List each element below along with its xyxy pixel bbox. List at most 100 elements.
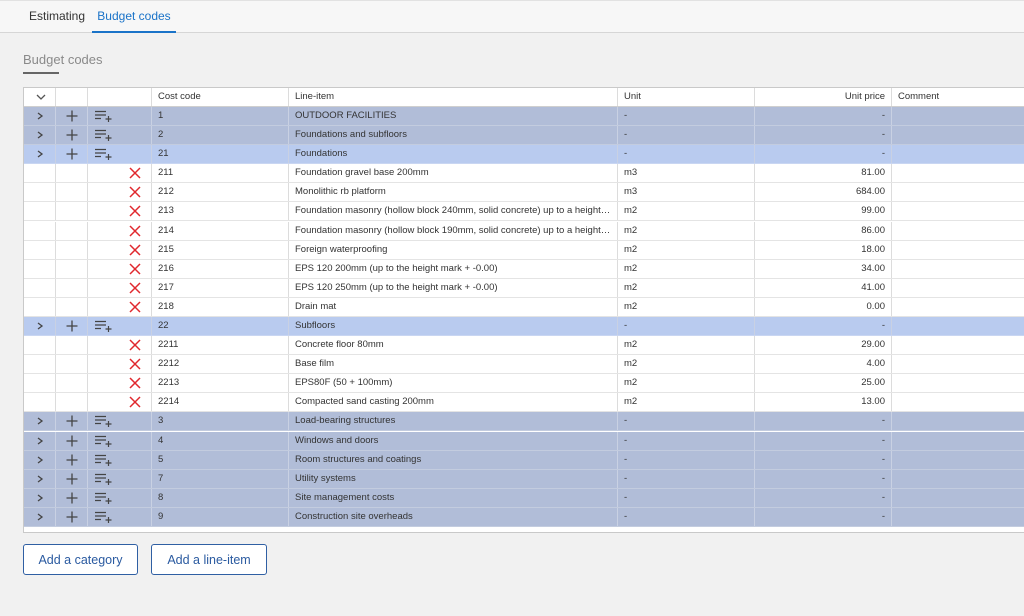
comment-cell[interactable] [892,107,1024,125]
unit-cell[interactable]: m3 [618,183,755,202]
close-icon[interactable] [129,167,141,179]
row-action-cell[interactable] [88,278,152,297]
unit-cell[interactable]: - [618,450,755,469]
row-action-cell[interactable] [88,164,152,183]
close-icon[interactable] [129,205,141,217]
plus-icon[interactable] [66,415,78,427]
unit-price-cell[interactable]: - [755,431,892,450]
line-item-row[interactable]: 215 Foreign waterproofing m2 18.00 [24,240,1024,260]
add-subcategory-cell[interactable] [56,145,88,164]
row-action-cell[interactable] [88,355,152,374]
unit-cell[interactable]: - [618,412,755,431]
expand-cell[interactable] [24,107,56,125]
add-subcategory-cell[interactable] [56,412,88,431]
cost-code-cell[interactable]: 218 [152,297,289,316]
chevron-right-icon[interactable] [36,456,44,464]
unit-cell[interactable]: - [618,469,755,488]
cost-code-cell[interactable]: 3 [152,412,289,431]
expand-cell[interactable] [24,488,56,507]
unit-price-cell[interactable]: - [755,412,892,431]
unit-cell[interactable]: m2 [618,240,755,259]
unit-cell[interactable]: m2 [618,374,755,393]
chevron-right-icon[interactable] [36,436,44,445]
expand-cell[interactable] [24,507,56,526]
line-item-cell[interactable]: Drain mat [289,297,618,316]
unit-cell[interactable]: - [618,126,755,145]
close-icon[interactable] [129,225,141,237]
category-row[interactable]: 9 Construction site overheads - - [24,507,1024,527]
add-category-button[interactable]: Add a category [23,544,138,575]
line-item-cell[interactable]: Room structures and coatings [289,450,618,469]
add-subcategory-cell[interactable] [56,316,88,335]
category-row[interactable]: 7 Utility systems - - [24,469,1024,489]
expand-cell[interactable] [24,412,56,431]
playlist-add-icon[interactable] [95,435,113,447]
unit-cell[interactable]: m2 [618,259,755,278]
close-icon[interactable] [129,263,141,275]
row-action-cell[interactable] [88,202,152,221]
expand-cell[interactable] [24,469,56,488]
playlist-add-icon[interactable] [95,110,113,122]
playlist-add-icon[interactable] [95,415,113,428]
cost-code-cell[interactable]: 9 [152,507,289,526]
plus-icon[interactable] [66,110,78,122]
category-row[interactable]: 21 Foundations - - [24,145,1024,165]
unit-cell[interactable]: - [618,507,755,526]
cost-code-cell[interactable]: 212 [152,183,289,202]
row-action-cell[interactable] [88,374,152,393]
expand-cell[interactable] [24,145,56,164]
close-icon[interactable] [129,396,141,408]
unit-price-cell[interactable]: - [755,126,892,145]
playlist-add-icon[interactable] [95,148,113,161]
category-row[interactable]: 22 Subfloors - - [24,316,1024,336]
line-item-row[interactable]: 211 Foundation gravel base 200mm m3 81.00 [24,164,1024,184]
cost-code-cell[interactable]: 21 [152,145,289,164]
line-item-cell[interactable]: Foundation masonry (hollow block 190mm, … [289,221,618,240]
unit-price-cell[interactable]: 99.00 [755,202,892,221]
row-action-cell[interactable] [88,431,152,450]
line-item-cell[interactable]: Foundation masonry (hollow block 240mm, … [289,202,618,221]
unit-price-cell[interactable]: 18.00 [755,240,892,259]
cost-code-cell[interactable]: 215 [152,240,289,259]
chevron-down-icon[interactable] [36,93,46,101]
column-header-unit-price[interactable]: Unit price [755,88,892,106]
row-action-cell[interactable] [88,450,152,469]
line-item-cell[interactable]: Foreign waterproofing [289,240,618,259]
unit-cell[interactable]: - [618,431,755,450]
cost-code-cell[interactable]: 2214 [152,393,289,412]
category-row[interactable]: 1 OUTDOOR FACILITIES - - [24,107,1024,126]
comment-cell[interactable] [892,126,1024,144]
line-item-cell[interactable]: Foundation gravel base 200mm [289,164,618,183]
unit-cell[interactable]: m2 [618,336,755,355]
comment-cell[interactable] [892,202,1024,220]
line-item-row[interactable]: 2213 EPS80F (50 + 100mm) m2 25.00 [24,374,1024,394]
line-item-cell[interactable]: Subfloors [289,316,618,335]
unit-price-cell[interactable]: - [755,469,892,488]
expand-cell[interactable] [24,450,56,469]
close-icon[interactable] [129,244,141,256]
comment-cell[interactable] [892,470,1024,488]
playlist-add-icon[interactable] [95,129,113,142]
chevron-right-icon[interactable] [36,494,44,502]
plus-icon[interactable] [66,454,78,466]
expand-all-cell[interactable] [24,88,56,106]
cost-code-cell[interactable]: 211 [152,164,289,183]
plus-icon[interactable] [66,492,78,504]
add-line-item-button[interactable]: Add a line-item [151,544,267,575]
line-item-cell[interactable]: EPS 120 200mm (up to the height mark + -… [289,259,618,278]
comment-cell[interactable] [892,298,1024,316]
unit-cell[interactable]: m3 [618,164,755,183]
comment-cell[interactable] [892,355,1024,373]
close-icon[interactable] [129,282,141,294]
row-action-cell[interactable] [88,183,152,202]
close-icon[interactable] [129,301,141,313]
add-subcategory-cell[interactable] [56,450,88,469]
comment-cell[interactable] [892,279,1024,297]
line-item-cell[interactable]: Utility systems [289,469,618,488]
plus-icon[interactable] [66,148,78,160]
cost-code-cell[interactable]: 217 [152,278,289,297]
plus-icon[interactable] [66,511,78,523]
add-subcategory-cell[interactable] [56,469,88,488]
unit-cell[interactable]: - [618,145,755,164]
cost-code-cell[interactable]: 2213 [152,374,289,393]
